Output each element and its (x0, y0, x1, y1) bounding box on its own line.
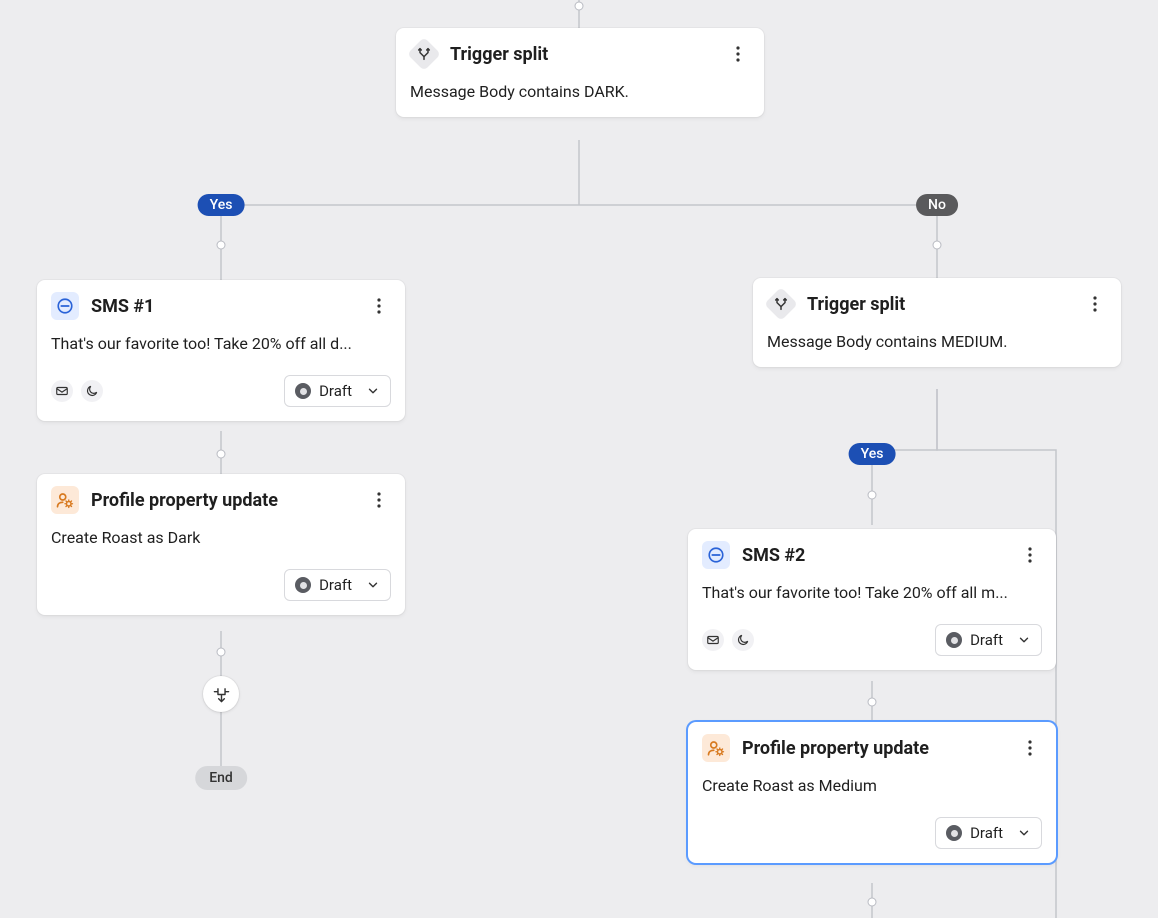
card-title: Profile property update (91, 490, 355, 511)
connector-dot (868, 898, 877, 907)
chevron-down-icon (366, 578, 380, 592)
chevron-down-icon (366, 384, 380, 398)
sms-icon (51, 292, 79, 320)
node-sms-2[interactable]: SMS #2 That's our favorite too! Take 20%… (688, 529, 1056, 670)
indicator-row (51, 380, 103, 402)
node-trigger-split-1[interactable]: Trigger split Message Body contains DARK… (396, 28, 764, 117)
draft-status-icon (946, 825, 962, 841)
more-vertical-icon (1022, 739, 1038, 757)
draft-status-icon (946, 632, 962, 648)
chevron-down-icon (1017, 633, 1031, 647)
end-label: End (195, 766, 247, 790)
status-select[interactable]: Draft (284, 569, 391, 601)
card-title: Trigger split (450, 44, 714, 65)
node-profile-update-2[interactable]: Profile property update Create Roast as … (688, 722, 1056, 863)
status-select[interactable]: Draft (935, 624, 1042, 656)
envelope-icon (706, 633, 720, 647)
card-footer: Draft (702, 624, 1042, 656)
more-vertical-icon (1022, 546, 1038, 564)
card-footer: Draft (51, 569, 391, 601)
card-title: Profile property update (742, 738, 1006, 759)
node-trigger-split-2[interactable]: Trigger split Message Body contains MEDI… (753, 278, 1121, 367)
more-menu-button[interactable] (1018, 736, 1042, 760)
sms-icon (702, 541, 730, 569)
split-icon (764, 287, 798, 321)
more-menu-button[interactable] (367, 488, 391, 512)
card-header: Trigger split (410, 40, 750, 68)
connector-dot (933, 241, 942, 250)
moon-icon (736, 633, 750, 647)
branch-yes-label: Yes (198, 194, 245, 216)
card-title: SMS #1 (91, 296, 355, 317)
branch-yes-label: Yes (849, 443, 896, 465)
card-header: SMS #2 (702, 541, 1042, 569)
card-description: That's our favorite too! Take 20% off al… (51, 332, 391, 355)
quiet-hours-indicator (732, 629, 754, 651)
profile-gear-icon (51, 486, 79, 514)
draft-status-icon (295, 577, 311, 593)
node-profile-update-1[interactable]: Profile property update Create Roast as … (37, 474, 405, 615)
status-select[interactable]: Draft (935, 817, 1042, 849)
connector-dot (217, 450, 226, 459)
card-header: Profile property update (702, 734, 1042, 762)
profile-gear-icon (702, 734, 730, 762)
moon-icon (85, 384, 99, 398)
more-vertical-icon (1087, 295, 1103, 313)
card-description: Create Roast as Medium (702, 774, 1042, 797)
connector-dot (868, 491, 877, 500)
branch-no-label: No (916, 194, 958, 216)
card-footer: Draft (702, 817, 1042, 849)
envelope-icon (55, 384, 69, 398)
card-header: SMS #1 (51, 292, 391, 320)
connector-dot (217, 241, 226, 250)
card-header: Trigger split (767, 290, 1107, 318)
chevron-down-icon (1017, 826, 1031, 840)
card-description: Message Body contains DARK. (410, 80, 750, 103)
split-icon (213, 686, 230, 703)
status-label: Draft (970, 824, 1003, 842)
card-title: Trigger split (807, 294, 1071, 315)
quiet-hours-indicator (81, 380, 103, 402)
draft-status-icon (295, 383, 311, 399)
status-label: Draft (970, 631, 1003, 649)
status-select[interactable]: Draft (284, 375, 391, 407)
card-description: Create Roast as Dark (51, 526, 391, 549)
card-header: Profile property update (51, 486, 391, 514)
more-menu-button[interactable] (1018, 543, 1042, 567)
connector-dot (217, 648, 226, 657)
card-title: SMS #2 (742, 545, 1006, 566)
node-sms-1[interactable]: SMS #1 That's our favorite too! Take 20%… (37, 280, 405, 421)
indicator-row (702, 629, 754, 651)
smart-send-indicator (51, 380, 73, 402)
more-vertical-icon (730, 45, 746, 63)
connector-dot (575, 2, 584, 11)
card-footer: Draft (51, 375, 391, 407)
add-step-button[interactable] (203, 676, 239, 712)
card-description: That's our favorite too! Take 20% off al… (702, 581, 1042, 604)
status-label: Draft (319, 576, 352, 594)
more-vertical-icon (371, 491, 387, 509)
smart-send-indicator (702, 629, 724, 651)
more-menu-button[interactable] (367, 294, 391, 318)
more-menu-button[interactable] (1083, 292, 1107, 316)
more-menu-button[interactable] (726, 42, 750, 66)
more-vertical-icon (371, 297, 387, 315)
status-label: Draft (319, 382, 352, 400)
connector-dot (868, 698, 877, 707)
card-description: Message Body contains MEDIUM. (767, 330, 1107, 353)
split-icon (407, 37, 441, 71)
